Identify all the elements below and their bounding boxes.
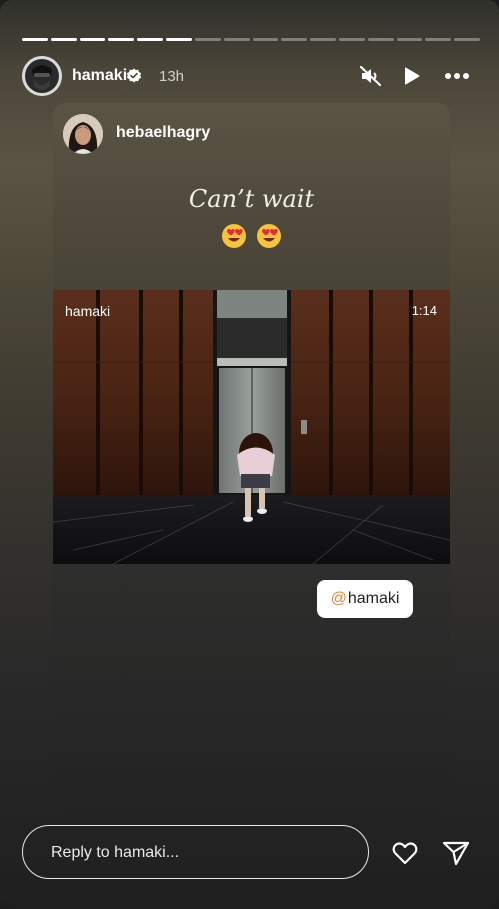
heart-eyes-emoji-icon	[221, 223, 247, 249]
progress-segment	[79, 38, 106, 41]
progress-segment	[50, 38, 77, 41]
shared-username[interactable]: hebaelhagry	[116, 124, 210, 142]
story-caption: Can’t wait	[188, 185, 315, 213]
more-options-icon[interactable]	[443, 64, 471, 88]
story-username[interactable]: hamaki	[72, 67, 127, 85]
mention-at-icon: @	[330, 590, 347, 607]
progress-segment	[108, 38, 135, 41]
progress-segment	[310, 38, 336, 41]
story-viewer: hamaki 13h hebaelhagry Can’t wait hamaki…	[0, 0, 499, 909]
emoji-row	[53, 223, 450, 256]
progress-segment	[194, 38, 221, 41]
video-duration: 1:14	[411, 303, 437, 318]
muted-speaker-icon[interactable]	[359, 64, 383, 88]
heart-eyes-emoji-icon	[256, 223, 282, 249]
progress-segment	[454, 38, 480, 41]
progress-segment	[281, 38, 308, 41]
mention-name: hamaki	[347, 590, 400, 607]
mention-sticker[interactable]: @ hamaki	[317, 580, 413, 618]
progress-segment	[252, 38, 279, 41]
progress-bar	[22, 38, 480, 41]
progress-segment	[22, 38, 48, 41]
story-timestamp: 13h	[159, 68, 185, 85]
heart-icon[interactable]	[390, 838, 420, 868]
progress-segment	[223, 38, 250, 41]
send-icon[interactable]	[441, 838, 471, 868]
progress-segment	[425, 38, 452, 41]
progress-segment	[166, 38, 192, 41]
play-icon[interactable]	[399, 64, 423, 88]
reply-input[interactable]	[49, 840, 353, 866]
video-username: hamaki	[65, 303, 111, 319]
story-footer	[22, 825, 477, 881]
shared-story-card[interactable]: hebaelhagry Can’t wait hamaki 1:14 @ ham…	[53, 103, 450, 810]
shared-avatar[interactable]	[63, 114, 103, 154]
reply-field-wrapper[interactable]	[22, 825, 369, 879]
progress-segment	[338, 38, 365, 41]
verified-badge-icon	[126, 68, 142, 84]
progress-segment	[396, 38, 423, 41]
story-header: hamaki 13h	[22, 56, 477, 96]
progress-segment	[137, 38, 164, 41]
avatar[interactable]	[22, 56, 62, 96]
progress-segment	[367, 38, 394, 41]
shared-video[interactable]: hamaki 1:14	[53, 290, 450, 564]
